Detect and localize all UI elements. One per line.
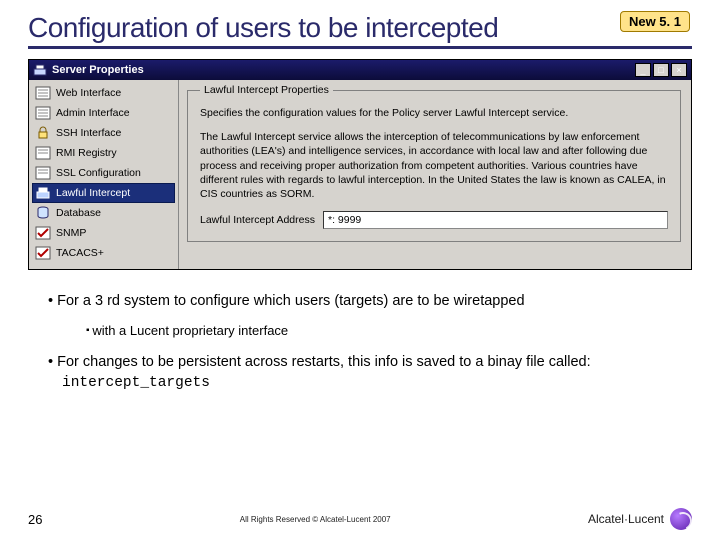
lawful-intercept-address-input[interactable] bbox=[323, 211, 668, 229]
title-row: Configuration of users to be intercepted bbox=[28, 12, 692, 49]
sidebar-item-snmp[interactable]: SNMP bbox=[32, 223, 175, 243]
copyright: All Rights Reserved © Alcatel-Lucent 200… bbox=[42, 515, 587, 524]
window-buttons: _ □ × bbox=[635, 63, 687, 77]
brand-text: Alcatel·Lucent bbox=[588, 512, 664, 526]
close-button[interactable]: × bbox=[671, 63, 687, 77]
sidebar-item-label: SNMP bbox=[56, 227, 86, 239]
bullet-2: For changes to be persistent across rest… bbox=[48, 353, 692, 393]
sidebar-item-label: Web Interface bbox=[56, 87, 121, 99]
sidebar-item-rmi-registry[interactable]: RMI Registry bbox=[32, 143, 175, 163]
form-icon bbox=[35, 86, 51, 100]
window-titlebar: Server Properties _ □ × bbox=[29, 60, 691, 80]
intercept-targets-code: intercept_targets bbox=[62, 375, 210, 391]
server-icon bbox=[35, 186, 51, 200]
form-icon bbox=[35, 106, 51, 120]
window-body: Web Interface Admin Interface SSH Interf… bbox=[29, 80, 691, 269]
sidebar-item-label: TACACS+ bbox=[56, 247, 104, 259]
slide-footer: 26 All Rights Reserved © Alcatel-Lucent … bbox=[0, 508, 720, 530]
form-icon bbox=[35, 166, 51, 180]
window-icon bbox=[33, 64, 47, 76]
sidebar-item-label: RMI Registry bbox=[56, 147, 117, 159]
lock-icon bbox=[35, 126, 51, 140]
sidebar-item-label: SSL Configuration bbox=[56, 167, 141, 179]
sidebar-item-label: SSH Interface bbox=[56, 127, 121, 139]
description-2: The Lawful Intercept service allows the … bbox=[200, 130, 668, 201]
bullet-list: For a 3 rd system to configure which use… bbox=[28, 292, 692, 393]
sidebar-item-ssl-configuration[interactable]: SSL Configuration bbox=[32, 163, 175, 183]
bullet-1: For a 3 rd system to configure which use… bbox=[48, 292, 692, 312]
slide-root: Configuration of users to be intercepted… bbox=[0, 0, 720, 540]
bullet-2-text: For changes to be persistent across rest… bbox=[57, 354, 591, 370]
sidebar: Web Interface Admin Interface SSH Interf… bbox=[29, 80, 179, 269]
sidebar-item-tacacs[interactable]: TACACS+ bbox=[32, 243, 175, 263]
maximize-button[interactable]: □ bbox=[653, 63, 669, 77]
form-icon bbox=[35, 146, 51, 160]
sidebar-item-ssh-interface[interactable]: SSH Interface bbox=[32, 123, 175, 143]
sidebar-item-label: Admin Interface bbox=[56, 107, 130, 119]
minimize-button[interactable]: _ bbox=[635, 63, 651, 77]
sidebar-item-web-interface[interactable]: Web Interface bbox=[32, 83, 175, 103]
sidebar-item-lawful-intercept[interactable]: Lawful Intercept bbox=[32, 183, 175, 203]
lawful-intercept-group: Lawful Intercept Properties Specifies th… bbox=[187, 84, 681, 242]
bullet-1-sub: with a Lucent proprietary interface bbox=[86, 322, 692, 340]
window-title: Server Properties bbox=[52, 64, 635, 76]
brand-logo-icon bbox=[670, 508, 692, 530]
page-title: Configuration of users to be intercepted bbox=[28, 12, 692, 44]
server-properties-window: Server Properties _ □ × Web Interface Ad… bbox=[28, 59, 692, 270]
sidebar-item-database[interactable]: Database bbox=[32, 203, 175, 223]
description-1: Specifies the configuration values for t… bbox=[200, 106, 668, 120]
sidebar-item-admin-interface[interactable]: Admin Interface bbox=[32, 103, 175, 123]
check-icon bbox=[35, 246, 51, 260]
page-number: 26 bbox=[28, 512, 42, 527]
database-icon bbox=[35, 206, 51, 220]
group-legend: Lawful Intercept Properties bbox=[200, 84, 333, 96]
brand: Alcatel·Lucent bbox=[588, 508, 692, 530]
address-field-label: Lawful Intercept Address bbox=[200, 214, 315, 226]
check-icon bbox=[35, 226, 51, 240]
window-content: Lawful Intercept Properties Specifies th… bbox=[179, 80, 691, 269]
address-field-row: Lawful Intercept Address bbox=[200, 211, 668, 229]
sidebar-item-label: Lawful Intercept bbox=[56, 187, 130, 199]
new-version-badge: New 5. 1 bbox=[620, 11, 690, 32]
sidebar-item-label: Database bbox=[56, 207, 101, 219]
